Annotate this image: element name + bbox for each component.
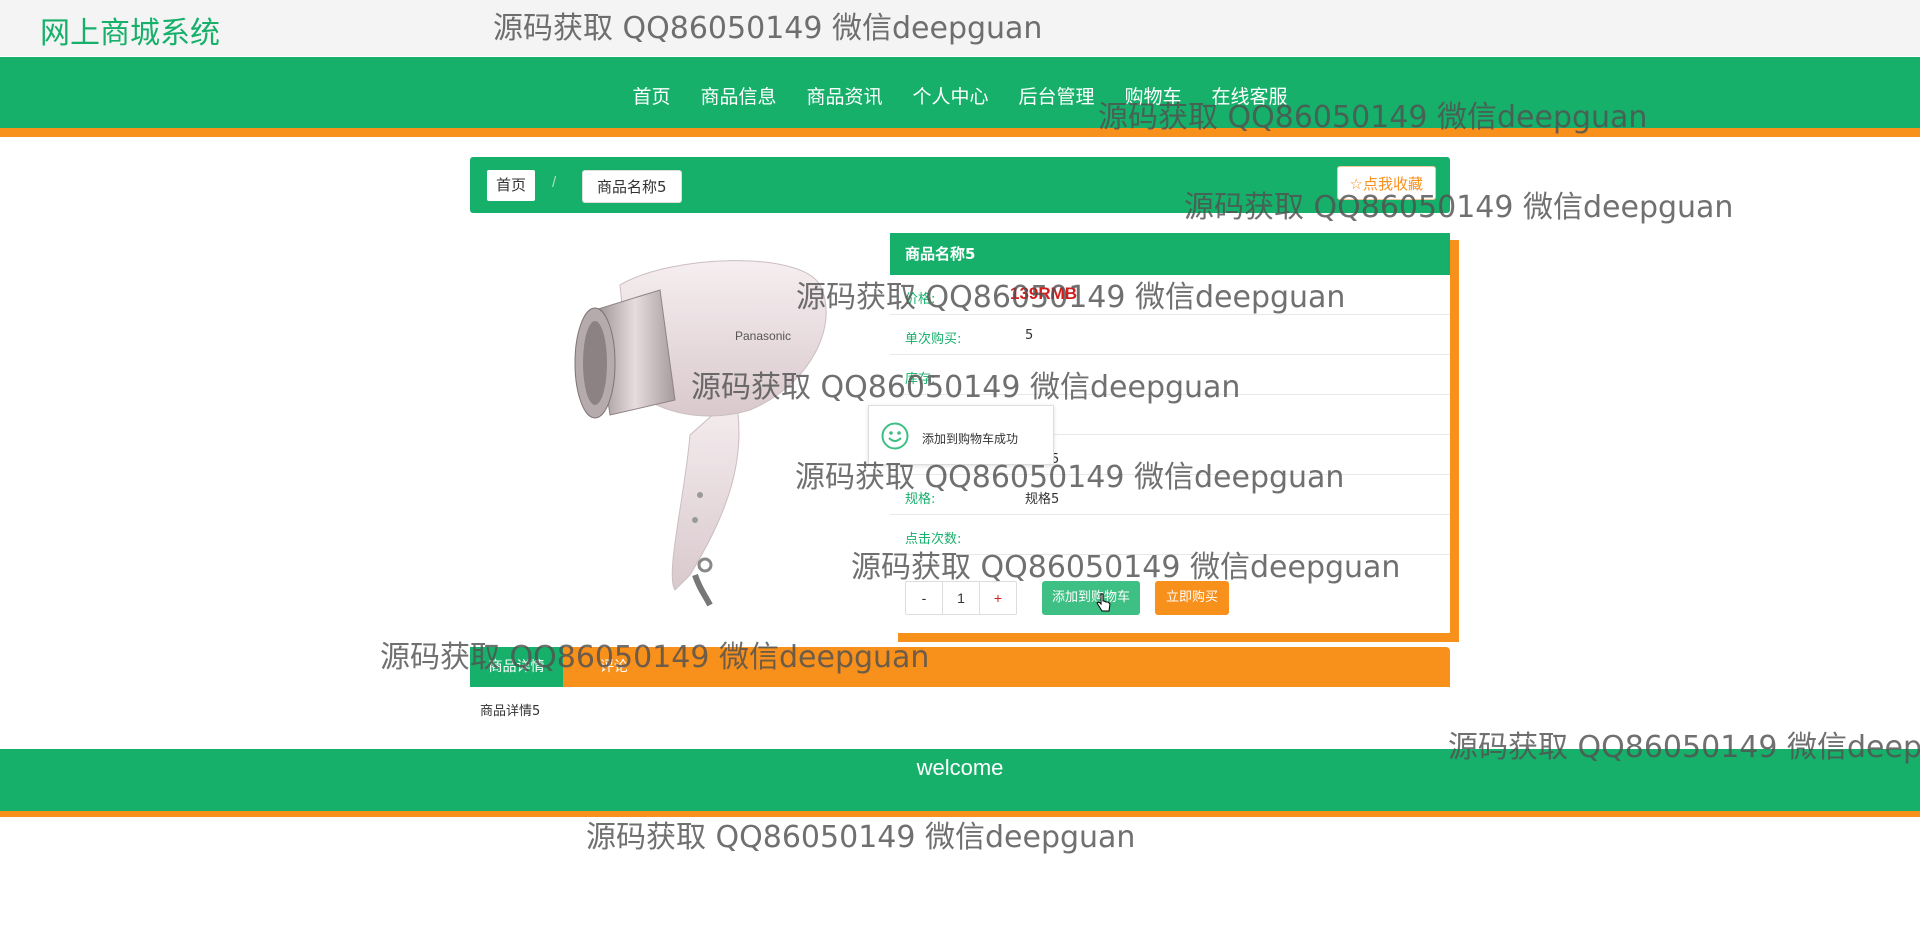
nav-item-profile[interactable]: 个人中心 xyxy=(897,82,1003,109)
nav-item-support[interactable]: 在线客服 xyxy=(1197,82,1303,109)
spec-row: 规格: 规格5 xyxy=(890,475,1450,515)
footer: welcome xyxy=(0,749,1920,817)
purchase-limit-value: 5 xyxy=(1025,328,1034,343)
favorite-button[interactable]: ☆点我收藏 xyxy=(1336,166,1436,200)
footer-welcome: welcome xyxy=(916,755,1004,780)
nav-item-home[interactable]: 首页 xyxy=(617,82,685,109)
toast-notification: 添加到购物车成功 xyxy=(868,405,1054,465)
price-row: 价格: 139RMB xyxy=(890,275,1450,315)
breadcrumb-home[interactable]: 首页 xyxy=(487,170,536,201)
tab-comments[interactable]: 评论 xyxy=(600,647,628,687)
clicks-label: 点击次数: xyxy=(905,532,962,547)
clicks-row: 点击次数: xyxy=(890,515,1450,555)
nav-item-news[interactable]: 商品资讯 xyxy=(791,82,897,109)
quantity-minus-button[interactable]: - xyxy=(906,582,943,614)
purchase-limit-row: 单次购买: 5 xyxy=(890,315,1450,355)
nav-list: 首页 商品信息 商品资讯 个人中心 后台管理 购物车 在线客服 xyxy=(0,82,1920,109)
nav-item-admin[interactable]: 后台管理 xyxy=(1004,82,1110,109)
breadcrumb-current[interactable]: 商品名称5 xyxy=(582,170,682,203)
tab-content: 商品详情5 xyxy=(480,704,541,719)
stock-label: 库存: xyxy=(905,372,936,387)
hand-cursor-icon xyxy=(1096,593,1111,612)
nav-item-products[interactable]: 商品信息 xyxy=(685,82,791,109)
quantity-input[interactable]: 1 xyxy=(943,582,979,614)
main-nav: 首页 商品信息 商品资讯 个人中心 后台管理 购物车 在线客服 xyxy=(0,57,1920,137)
smile-icon xyxy=(881,422,909,450)
tab-details[interactable]: 商品详情 xyxy=(470,647,563,687)
breadcrumb: 首页 / 商品名称5 ☆点我收藏 xyxy=(470,157,1450,213)
toast-message: 添加到购物车成功 xyxy=(922,432,1019,446)
price-label: 价格: xyxy=(905,292,936,307)
purchase-limit-label: 单次购买: xyxy=(905,332,962,347)
price-value: 139RMB xyxy=(1010,284,1078,303)
buy-now-button[interactable]: 立即购买 xyxy=(1155,581,1230,615)
product-name: 商品名称5 xyxy=(890,233,1450,275)
quantity-plus-button[interactable]: + xyxy=(979,582,1016,614)
image-brand-text: Panasonic xyxy=(735,329,791,343)
detail-tabs: 商品详情 评论 xyxy=(470,647,1450,687)
spec-value: 规格5 xyxy=(1025,492,1060,507)
watermark: 源码获取 QQ86050149 微信deepguan xyxy=(586,820,1136,855)
spec-label: 规格: xyxy=(905,492,936,507)
stock-row: 库存: xyxy=(890,355,1450,395)
product-image: Panasonic xyxy=(574,260,827,607)
add-to-cart-button[interactable]: 添加到购物车 xyxy=(1042,581,1141,615)
site-title[interactable]: 网上商城系统 xyxy=(40,8,220,52)
nav-item-cart[interactable]: 购物车 xyxy=(1110,82,1197,109)
breadcrumb-separator: / xyxy=(552,174,557,191)
top-bar: 网上商城系统 xyxy=(0,0,1920,56)
quantity-stepper: - 1 + xyxy=(905,581,1017,615)
